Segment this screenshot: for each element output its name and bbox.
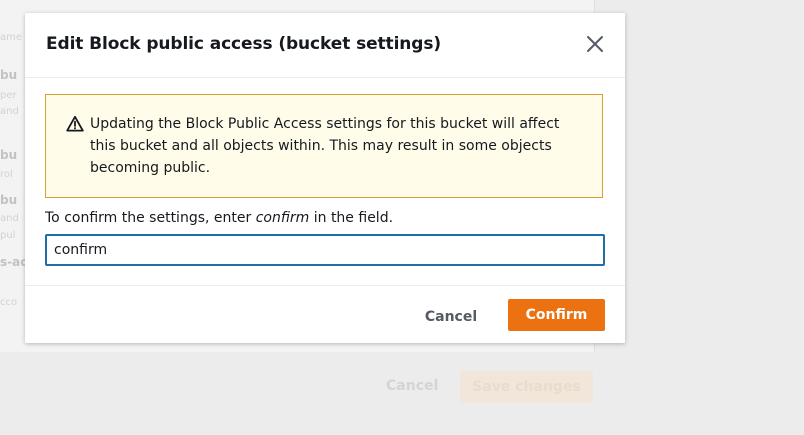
close-icon[interactable]: [586, 35, 604, 53]
background-text: pul: [0, 230, 16, 241]
confirm-instruction-suffix: in the field.: [309, 210, 394, 226]
background-text: bu: [0, 148, 18, 162]
background-text: rol: [0, 169, 13, 180]
confirm-button[interactable]: Confirm: [508, 299, 605, 331]
confirm-instruction: To confirm the settings, enter confirm i…: [45, 210, 393, 226]
confirm-keyword: confirm: [255, 210, 310, 226]
modal-footer: Cancel Confirm: [25, 285, 625, 344]
background-text: s-ac: [0, 255, 28, 269]
background-cancel-button: Cancel: [386, 378, 439, 394]
cancel-button[interactable]: Cancel: [411, 301, 491, 333]
background-text: ame: [0, 32, 23, 43]
modal-header: Edit Block public access (bucket setting…: [25, 13, 625, 78]
background-save-button: Save changes: [460, 371, 593, 403]
alert-message: Updating the Block Public Access setting…: [90, 116, 560, 176]
warning-alert: Updating the Block Public Access setting…: [45, 94, 603, 198]
confirm-instruction-prefix: To confirm the settings, enter: [45, 210, 256, 226]
background-text: bu: [0, 68, 18, 82]
warning-icon: [66, 115, 84, 133]
edit-block-public-access-modal: Edit Block public access (bucket setting…: [25, 13, 625, 343]
confirm-input[interactable]: [45, 234, 605, 266]
modal-title: Edit Block public access (bucket setting…: [46, 34, 442, 54]
background-text: bu: [0, 193, 18, 207]
background-text: per: [0, 90, 17, 101]
background-text: and: [0, 106, 19, 117]
background-text: and: [0, 213, 19, 224]
background-text: cco: [0, 297, 18, 308]
